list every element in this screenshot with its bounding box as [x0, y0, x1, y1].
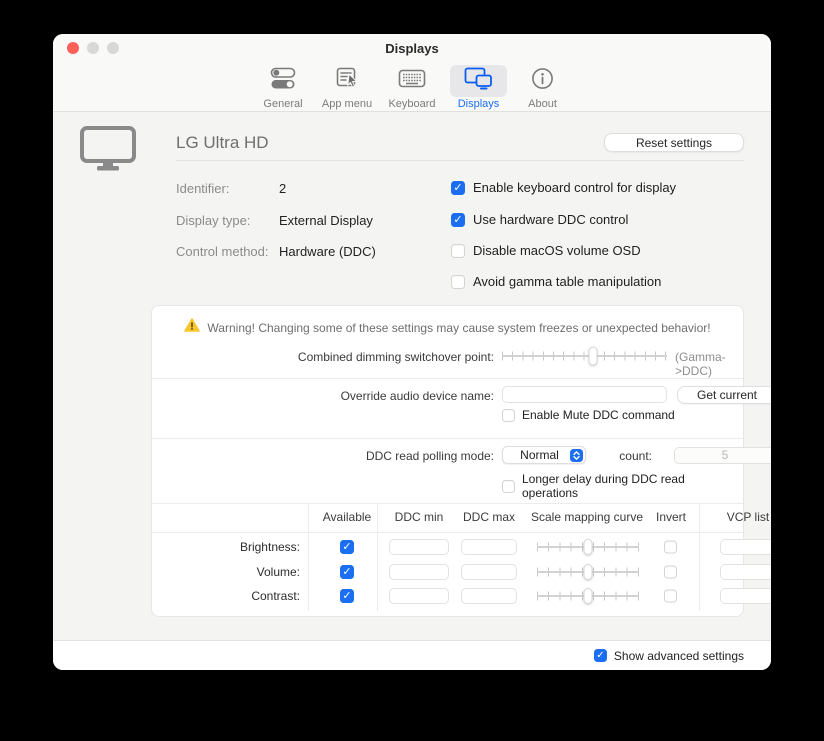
toolbar-item-displays[interactable]: Displays	[450, 65, 507, 110]
toolbar-item-app-menu[interactable]: App menu	[320, 65, 374, 110]
mute-ddc-checkbox[interactable]	[502, 409, 515, 422]
divider	[152, 503, 743, 504]
avoid-gamma-checkbox[interactable]	[451, 275, 465, 289]
brightness-vcp-input[interactable]	[720, 539, 771, 555]
contrast-ddc-max-input[interactable]	[461, 588, 517, 604]
contrast-invert-checkbox[interactable]	[664, 590, 677, 603]
info-icon	[531, 67, 554, 95]
footer-bar: Show advanced settings	[53, 640, 771, 670]
slider-thumb[interactable]	[584, 588, 593, 604]
preferences-window: Displays General	[53, 34, 771, 670]
toolbar: General App menu	[53, 62, 771, 112]
slider-thumb[interactable]	[584, 539, 593, 555]
header-divider	[176, 160, 744, 161]
window-title: Displays	[53, 34, 771, 62]
keyboard-icon	[398, 68, 426, 94]
checkbox-label: Avoid gamma table manipulation	[473, 274, 661, 289]
divider	[152, 438, 743, 439]
volume-vcp-input[interactable]	[720, 564, 771, 580]
brightness-invert-checkbox[interactable]	[664, 541, 677, 554]
longer-delay-row: Longer delay during DDC read operations	[502, 472, 743, 500]
advanced-settings-card: Warning! Changing some of these settings…	[151, 305, 744, 617]
column-header-vcp: VCP list	[708, 510, 771, 524]
polling-mode-label: DDC read polling mode:	[152, 449, 494, 463]
checkbox-label: Use hardware DDC control	[473, 212, 628, 227]
table-row-contrast: Contrast:	[152, 585, 743, 607]
longer-delay-checkbox[interactable]	[502, 480, 515, 493]
contrast-vcp-input[interactable]	[720, 588, 771, 604]
volume-ddc-max-input[interactable]	[461, 564, 517, 580]
row-label: Contrast:	[152, 589, 300, 603]
toolbar-item-keyboard[interactable]: Keyboard	[384, 65, 440, 110]
mute-ddc-row: Enable Mute DDC command	[502, 408, 675, 422]
dimming-slider[interactable]	[502, 347, 667, 365]
toolbar-item-general[interactable]: General	[256, 65, 310, 110]
contrast-curve-slider[interactable]	[537, 588, 639, 604]
warning-text: Warning! Changing some of these settings…	[207, 321, 710, 335]
audio-name-input[interactable]	[502, 386, 667, 403]
app-menu-icon	[334, 67, 360, 95]
option-row: Enable keyboard control for display	[451, 180, 676, 195]
contrast-available-checkbox[interactable]	[340, 589, 354, 603]
count-field: 5	[674, 447, 771, 464]
get-current-button[interactable]: Get current	[677, 386, 771, 404]
title-bar: Displays	[53, 34, 771, 62]
displays-icon	[464, 67, 493, 96]
control-method-value: Hardware (DDC)	[279, 244, 376, 259]
dimming-suffix: (Gamma->DDC)	[675, 350, 743, 378]
row-label: Volume:	[152, 565, 300, 579]
column-header-ddc-min: DDC min	[379, 510, 459, 524]
brightness-ddc-max-input[interactable]	[461, 539, 517, 555]
divider	[152, 532, 743, 533]
brightness-curve-slider[interactable]	[537, 539, 639, 555]
divider	[152, 378, 743, 379]
control-method-label: Control method:	[176, 244, 276, 259]
count-label: count:	[552, 449, 652, 463]
checkbox-label: Enable Mute DDC command	[522, 408, 675, 422]
option-row: Avoid gamma table manipulation	[451, 274, 661, 289]
checkbox-label: Show advanced settings	[614, 649, 744, 663]
toolbar-label: Displays	[458, 98, 500, 110]
toolbar-label: General	[263, 98, 302, 110]
checkbox-label: Enable keyboard control for display	[473, 180, 676, 195]
display-name: LG Ultra HD	[176, 133, 269, 153]
keyboard-control-checkbox[interactable]	[451, 181, 465, 195]
display-type-label: Display type:	[176, 213, 276, 228]
brightness-ddc-min-input[interactable]	[389, 539, 449, 555]
checkbox-label: Longer delay during DDC read operations	[522, 472, 743, 500]
disable-osd-checkbox[interactable]	[451, 244, 465, 258]
display-type-value: External Display	[279, 213, 373, 228]
reset-settings-button[interactable]: Reset settings	[604, 133, 744, 152]
column-header-available: Available	[307, 510, 387, 524]
brightness-available-checkbox[interactable]	[340, 540, 354, 554]
contrast-ddc-min-input[interactable]	[389, 588, 449, 604]
show-advanced-checkbox[interactable]	[594, 649, 607, 662]
audio-name-label: Override audio device name:	[152, 389, 494, 403]
identifier-value: 2	[279, 181, 286, 196]
volume-ddc-min-input[interactable]	[389, 564, 449, 580]
displays-pane: LG Ultra HD Reset settings Identifier: 2…	[53, 112, 771, 640]
slider-thumb[interactable]	[584, 564, 593, 580]
option-row: Use hardware DDC control	[451, 212, 628, 227]
volume-invert-checkbox[interactable]	[664, 566, 677, 579]
dimming-label: Combined dimming switchover point:	[152, 350, 494, 364]
warning-icon	[184, 318, 200, 337]
toggles-icon	[270, 67, 296, 95]
row-label: Brightness:	[152, 540, 300, 554]
monitor-icon	[80, 126, 136, 177]
identifier-label: Identifier:	[176, 181, 276, 196]
checkbox-label: Disable macOS volume OSD	[473, 243, 641, 258]
table-row-brightness: Brightness:	[152, 536, 743, 558]
volume-curve-slider[interactable]	[537, 564, 639, 580]
option-row: Disable macOS volume OSD	[451, 243, 641, 258]
slider-thumb[interactable]	[588, 347, 597, 366]
hardware-ddc-checkbox[interactable]	[451, 213, 465, 227]
table-row-volume: Volume:	[152, 561, 743, 583]
volume-available-checkbox[interactable]	[340, 565, 354, 579]
toolbar-label: About	[528, 98, 557, 110]
toolbar-label: Keyboard	[388, 98, 435, 110]
warning-row: Warning! Changing some of these settings…	[152, 318, 743, 337]
toolbar-item-about[interactable]: About	[517, 65, 568, 110]
toolbar-label: App menu	[322, 98, 372, 110]
